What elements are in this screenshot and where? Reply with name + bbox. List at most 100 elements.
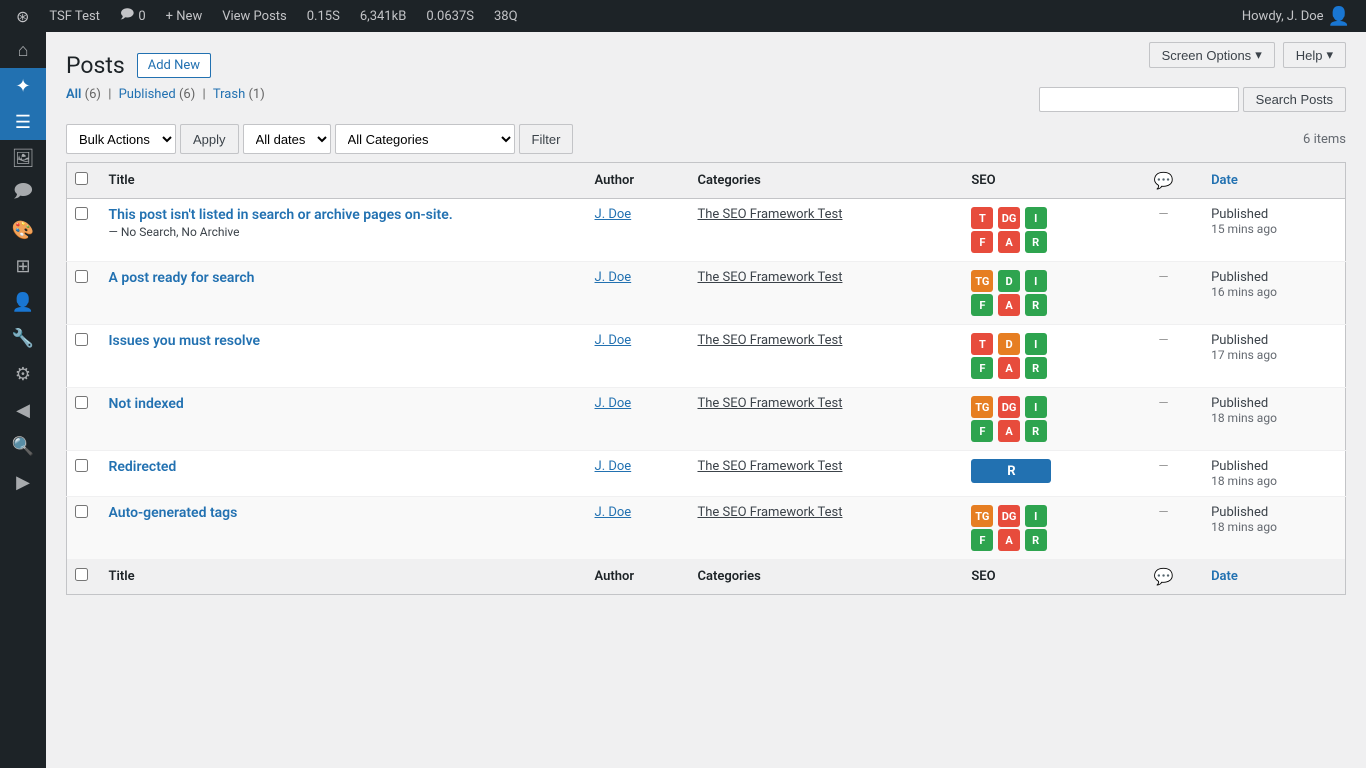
sidebar-item-users[interactable]: 👤: [0, 284, 46, 320]
sidebar-item-dashboard[interactable]: ⌂: [0, 32, 46, 68]
dates-filter-select[interactable]: All dates: [243, 124, 331, 154]
author-link[interactable]: J. Doe: [595, 270, 632, 285]
seo-badge-r[interactable]: R: [1025, 231, 1047, 253]
row-checkbox[interactable]: [75, 459, 88, 472]
filter-button[interactable]: Filter: [519, 124, 574, 154]
post-title-link[interactable]: Redirected: [109, 459, 177, 475]
seo-badge-i[interactable]: I: [1025, 396, 1047, 418]
row-checkbox[interactable]: [75, 207, 88, 220]
help-button[interactable]: Help ▾: [1283, 42, 1346, 68]
seo-badge-f[interactable]: F: [971, 420, 993, 442]
seo-badge-r[interactable]: R: [1025, 529, 1047, 551]
category-link[interactable]: The SEO Framework Test: [697, 459, 842, 474]
search-input[interactable]: [1039, 87, 1239, 112]
seo-badge-dg[interactable]: DG: [998, 207, 1020, 229]
comments-item[interactable]: 🗩 0: [112, 0, 154, 32]
seo-badge-f[interactable]: F: [971, 294, 993, 316]
howdy-item[interactable]: Howdy, J. Doe 👤: [1234, 0, 1358, 32]
seo-badge-dg[interactable]: DG: [998, 396, 1020, 418]
category-link[interactable]: The SEO Framework Test: [697, 207, 842, 222]
row-checkbox[interactable]: [75, 270, 88, 283]
wp-logo-item[interactable]: ⊛: [8, 0, 37, 32]
date-cell: Published18 mins ago: [1199, 497, 1345, 560]
seo-badge-a[interactable]: A: [998, 231, 1020, 253]
seo-badge-f[interactable]: F: [971, 529, 993, 551]
categories-filter-select[interactable]: All Categories: [335, 124, 515, 154]
all-posts-link[interactable]: All (6): [66, 87, 104, 102]
search-posts-button[interactable]: Search Posts: [1243, 87, 1346, 112]
seo-badge-d[interactable]: D: [998, 270, 1020, 292]
post-title-link[interactable]: A post ready for search: [109, 270, 255, 286]
date-sort-link[interactable]: Date: [1211, 173, 1238, 188]
table-row: Auto-generated tags J. Doe The SEO Framewo…: [67, 497, 1346, 560]
row-checkbox-cell: [67, 451, 97, 497]
seo-badge-r[interactable]: R: [1025, 294, 1047, 316]
perf4-item: 38Q: [486, 0, 526, 32]
author-link[interactable]: J. Doe: [595, 333, 632, 348]
post-title-link[interactable]: This post isn't listed in search or arch…: [109, 207, 453, 223]
add-new-button[interactable]: Add New: [137, 53, 211, 78]
seo-badge-t[interactable]: T: [971, 333, 993, 355]
seo-badge-i[interactable]: I: [1025, 333, 1047, 355]
sidebar-item-tools[interactable]: 🔧: [0, 320, 46, 356]
post-title-link[interactable]: Not indexed: [109, 396, 184, 412]
site-name-item[interactable]: TSF Test: [41, 0, 108, 32]
author-link[interactable]: J. Doe: [595, 505, 632, 520]
post-title-link[interactable]: Issues you must resolve: [109, 333, 261, 349]
trash-posts-link[interactable]: Trash (1): [213, 87, 265, 102]
seo-badge-t[interactable]: T: [971, 207, 993, 229]
seo-badge-r[interactable]: R: [1025, 357, 1047, 379]
seo-badge-d[interactable]: D: [998, 333, 1020, 355]
sidebar-item-comments[interactable]: 🗩: [0, 176, 46, 212]
sidebar-item-player[interactable]: ▶: [0, 464, 46, 500]
seo-badge-i[interactable]: I: [1025, 270, 1047, 292]
row-checkbox[interactable]: [75, 333, 88, 346]
category-link[interactable]: The SEO Framework Test: [697, 333, 842, 348]
view-posts-item[interactable]: View Posts: [214, 0, 295, 32]
sidebar-item-media[interactable]: 🖼: [0, 140, 46, 176]
seo-badge-r[interactable]: R: [1025, 420, 1047, 442]
row-checkbox[interactable]: [75, 505, 88, 518]
comment-bubble-icon: 🗩: [120, 5, 134, 27]
bulk-actions-select[interactable]: Bulk Actions: [66, 124, 176, 154]
title-column-header[interactable]: Title: [97, 163, 583, 199]
seo-badge-tg[interactable]: TG: [971, 505, 993, 527]
sidebar-item-posts[interactable]: ☰: [0, 104, 46, 140]
author-link[interactable]: J. Doe: [595, 396, 632, 411]
sidebar-item-appearance[interactable]: 🎨: [0, 212, 46, 248]
category-link[interactable]: The SEO Framework Test: [697, 396, 842, 411]
seo-badge-i[interactable]: I: [1025, 207, 1047, 229]
new-content-item[interactable]: + New: [158, 0, 211, 32]
sidebar-item-collapse[interactable]: ◀: [0, 392, 46, 428]
author-link[interactable]: J. Doe: [595, 459, 632, 474]
sidebar-item-seo[interactable]: ✦: [0, 68, 46, 104]
row-checkbox-cell: [67, 388, 97, 451]
sidebar-item-search[interactable]: 🔍: [0, 428, 46, 464]
select-all-checkbox[interactable]: [75, 172, 88, 185]
author-link[interactable]: J. Doe: [595, 207, 632, 222]
category-link[interactable]: The SEO Framework Test: [697, 505, 842, 520]
seo-badge-tg[interactable]: TG: [971, 396, 993, 418]
seo-badge-a[interactable]: A: [998, 357, 1020, 379]
seo-badge-dg[interactable]: DG: [998, 505, 1020, 527]
seo-badge-tg[interactable]: TG: [971, 270, 993, 292]
seo-badge-a[interactable]: A: [998, 529, 1020, 551]
screen-options-button[interactable]: Screen Options ▾: [1149, 42, 1275, 68]
seo-badge-r[interactable]: R: [971, 459, 1051, 483]
sidebar-item-settings[interactable]: ⚙: [0, 356, 46, 392]
sidebar-item-plugins[interactable]: ⊞: [0, 248, 46, 284]
select-all-checkbox-bottom[interactable]: [75, 568, 88, 581]
title-sort-link[interactable]: Title: [109, 173, 135, 188]
date-column-header[interactable]: Date: [1199, 163, 1345, 199]
seo-badge-a[interactable]: A: [998, 420, 1020, 442]
category-link[interactable]: The SEO Framework Test: [697, 270, 842, 285]
post-title-link[interactable]: Auto-generated tags: [109, 505, 238, 521]
seo-badge-f[interactable]: F: [971, 231, 993, 253]
seo-badge-a[interactable]: A: [998, 294, 1020, 316]
row-checkbox[interactable]: [75, 396, 88, 409]
apply-button[interactable]: Apply: [180, 124, 239, 154]
published-posts-link[interactable]: Published (6): [119, 87, 199, 102]
seo-badge-f[interactable]: F: [971, 357, 993, 379]
sep2: |: [202, 87, 208, 102]
seo-badge-i[interactable]: I: [1025, 505, 1047, 527]
